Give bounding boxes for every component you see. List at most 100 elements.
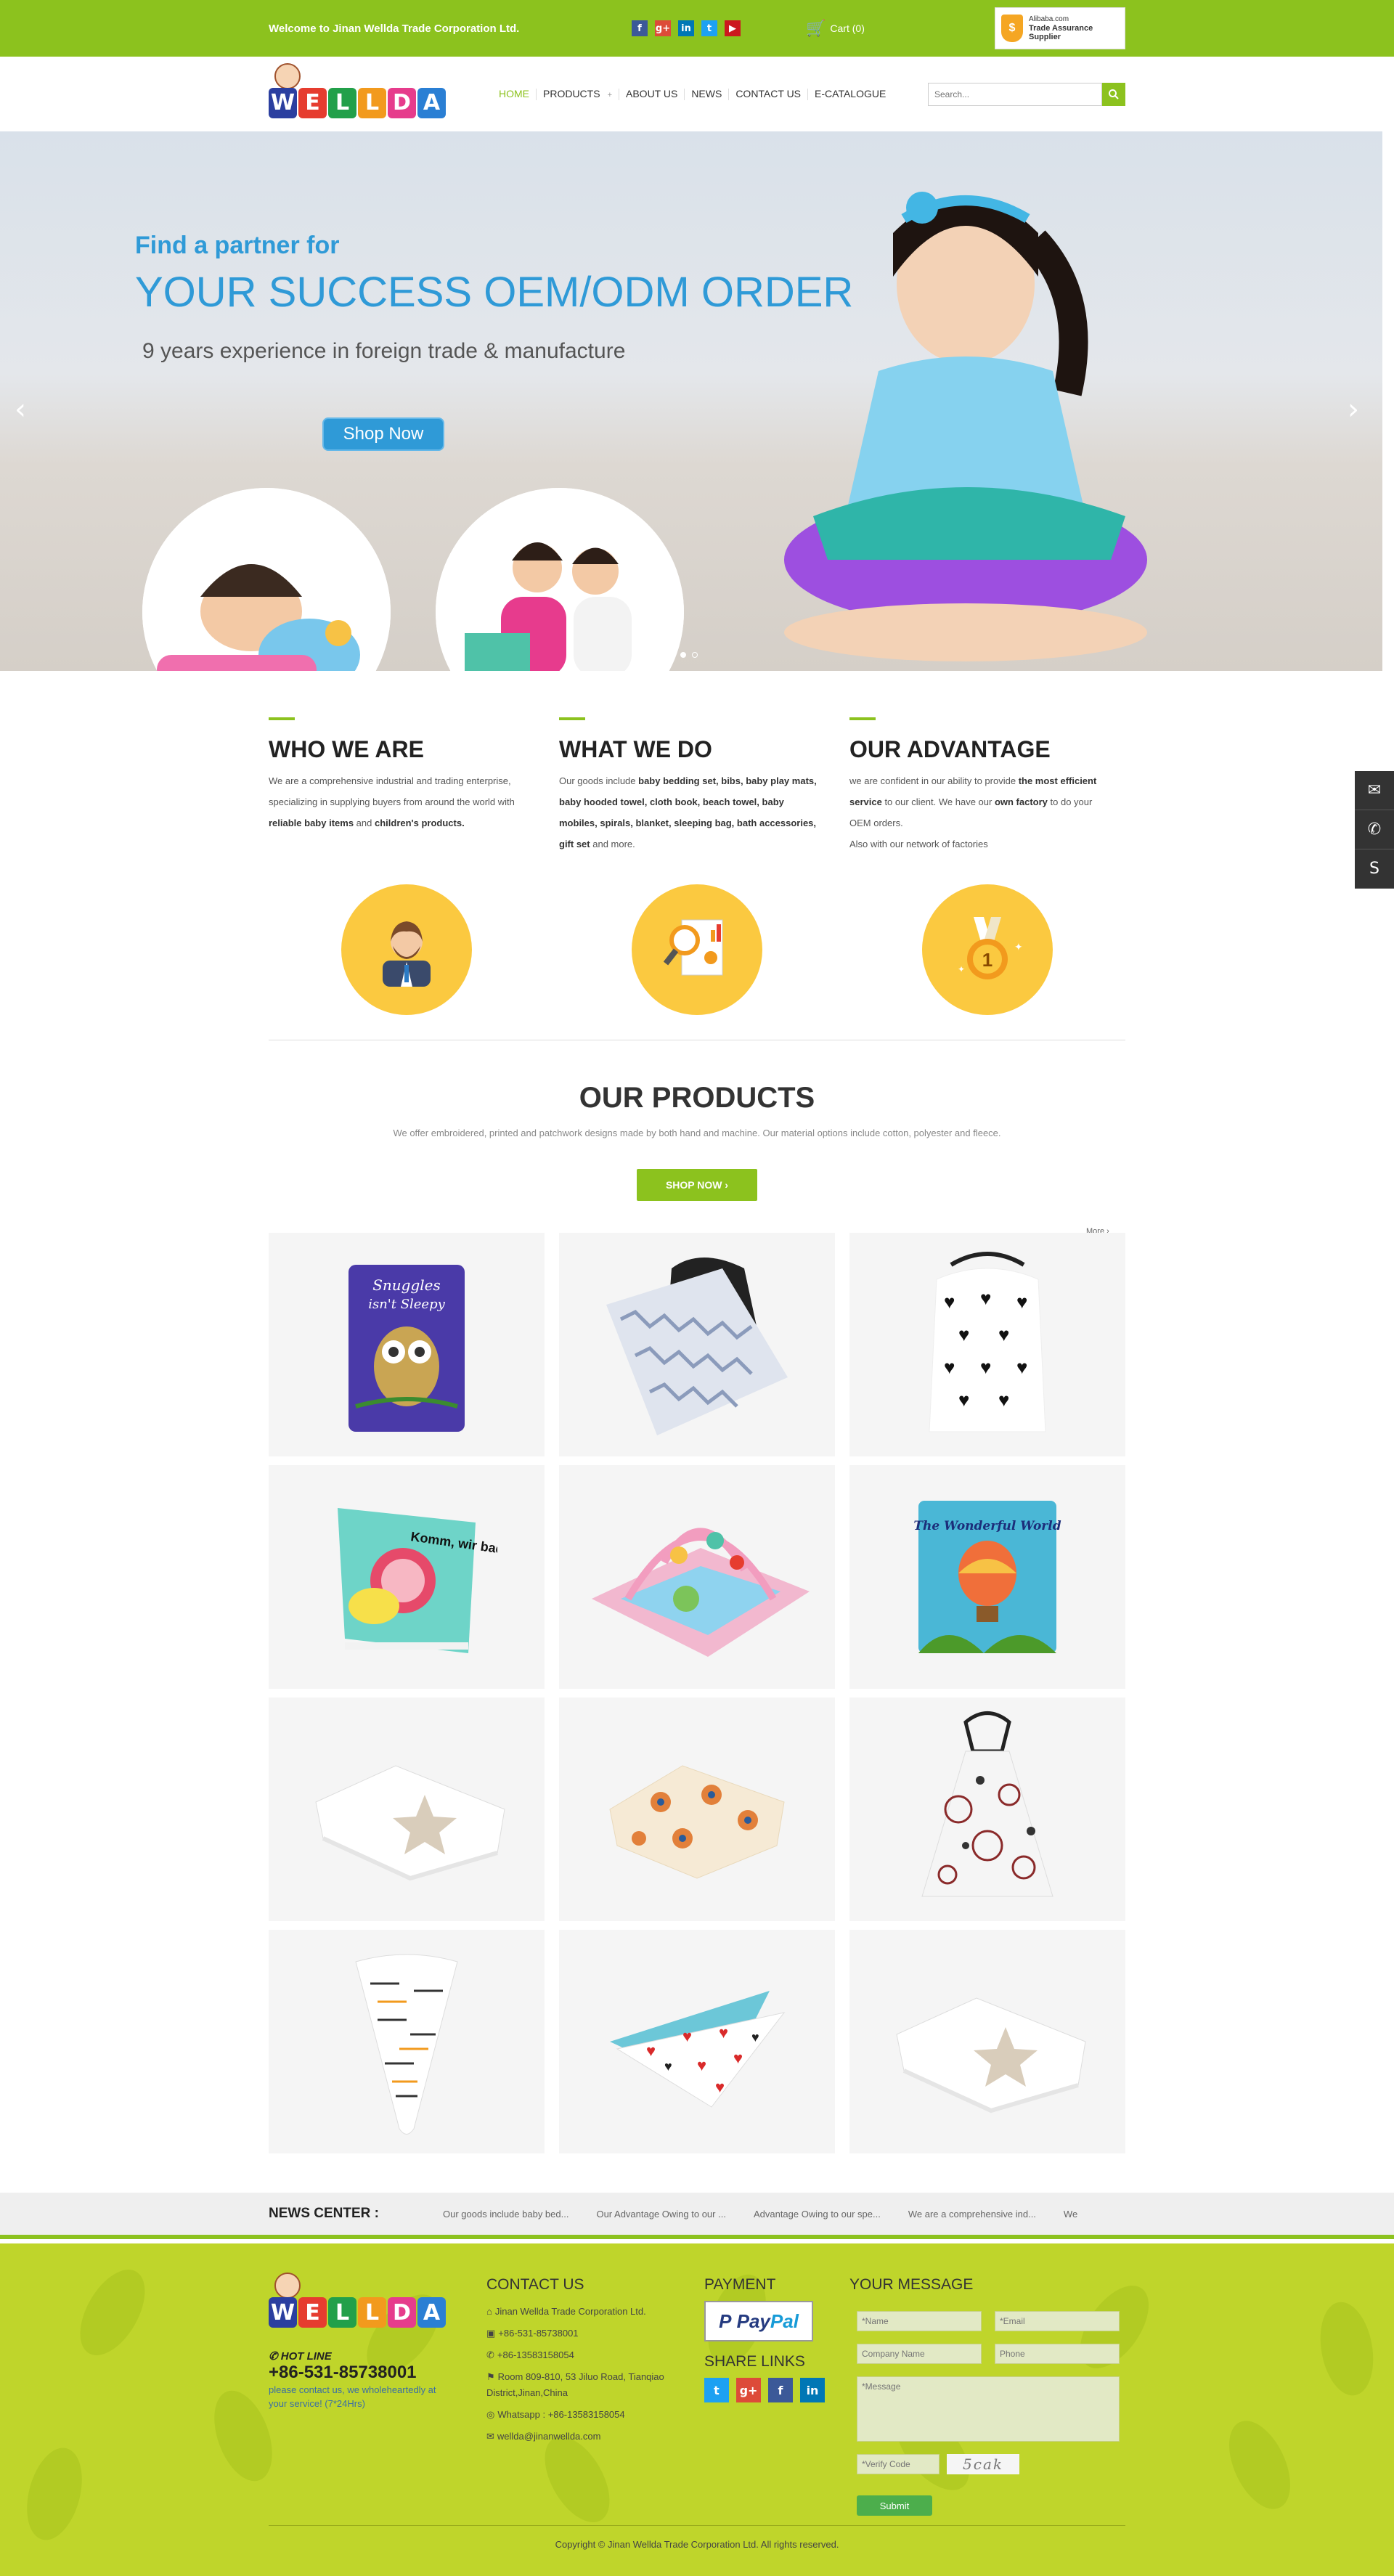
banner-dot-2[interactable] [692, 652, 698, 658]
facebook-icon[interactable]: f [632, 20, 648, 36]
email-field[interactable] [995, 2311, 1120, 2331]
assurance-line2: Trade Assurance [1029, 24, 1093, 33]
logo-letter: L [328, 2297, 356, 2328]
banner-subtitle: Find a partner for [135, 232, 340, 259]
footer-contact-column: CONTACT US ⌂ Jinan Wellda Trade Corporati… [486, 2276, 697, 2447]
nav-item-about-us[interactable]: ABOUT US [619, 88, 685, 100]
contact-item: ⚑ Room 809-810, 53 Jiluo Road, Tianqiao D… [486, 2366, 697, 2404]
banner-shop-now-button[interactable]: Shop Now [322, 417, 444, 451]
feature-title: WHO WE ARE [269, 736, 424, 762]
product-card[interactable]: The Wonderful World [849, 1465, 1125, 1689]
nav-item-home[interactable]: HOME [492, 87, 537, 100]
captcha-image[interactable]: 5cak [947, 2454, 1019, 2474]
linkedin-icon[interactable]: in [800, 2378, 825, 2402]
feature-title: OUR ADVANTAGE [849, 736, 1051, 762]
svg-text:♥: ♥ [998, 1324, 1009, 1345]
feature-title: WHAT WE DO [559, 736, 712, 762]
hero-banner: Find a partner for YOUR SUCCESS OEM/ODM … [0, 131, 1382, 671]
news-item[interactable]: Advantage Owing to our spe... [754, 2209, 881, 2220]
product-card[interactable]: Komm, wir baden! [269, 1465, 545, 1689]
businessman-icon [341, 884, 472, 1015]
payment-title: PAYMENT [704, 2276, 776, 2293]
message-field[interactable] [857, 2376, 1120, 2442]
contact-text: +86-13583158054 [497, 2349, 574, 2360]
google-plus-icon[interactable]: g+ [655, 20, 671, 36]
product-card[interactable] [849, 1930, 1125, 2153]
svg-text:♥: ♥ [664, 2059, 672, 2074]
contact-text: +86-531-85738001 [498, 2328, 579, 2339]
submit-button[interactable]: Submit [857, 2495, 932, 2516]
twitter-icon[interactable]: t [701, 20, 717, 36]
svg-text:isn't Sleepy: isn't Sleepy [368, 1297, 445, 1312]
svg-text:♥: ♥ [998, 1389, 1009, 1411]
name-field[interactable] [857, 2311, 982, 2331]
linkedin-icon[interactable]: in [678, 20, 694, 36]
contact-item: ✆ +86-13583158054 [486, 2344, 697, 2366]
product-card[interactable] [849, 1697, 1125, 1921]
news-item[interactable]: We [1064, 2209, 1077, 2220]
footer-message-column: YOUR MESSAGE [849, 2276, 1125, 2301]
muslin-blanket-sun-image [609, 1765, 785, 1879]
welcome-text: Welcome to Jinan Wellda Trade Corporatio… [269, 22, 520, 35]
product-card[interactable] [559, 1697, 835, 1921]
email-icon[interactable]: ✉ [1355, 771, 1394, 810]
twitter-icon[interactable]: t [704, 2378, 729, 2402]
cart-link[interactable]: 🛒 Cart (0) [806, 19, 865, 38]
logo[interactable]: WELLDA [269, 62, 446, 126]
banner-next-arrow[interactable]: › [1348, 393, 1359, 426]
search-icon [1109, 89, 1119, 99]
skype-icon[interactable]: S [1355, 849, 1394, 889]
top-social-links: f g+ in t ▶ [632, 20, 741, 36]
svg-text:1: 1 [982, 949, 992, 971]
google-plus-icon[interactable]: g+ [736, 2378, 761, 2402]
side-contact-buttons: ✉ ✆ S [1355, 771, 1394, 889]
nav-label: E-CATALOGUE [815, 87, 886, 99]
banner-prev-arrow[interactable]: ‹ [15, 393, 26, 426]
assurance-line1: Alibaba.com [1029, 15, 1069, 23]
nav-item-news[interactable]: NEWS [685, 88, 730, 100]
svg-text:♥: ♥ [715, 2078, 725, 2096]
owl-cloth-book-image: Snuggles isn't Sleepy [348, 1265, 465, 1432]
product-card[interactable]: ♥ ♥ ♥ ♥ ♥ ♥ ♥ ♥ [559, 1930, 835, 2153]
muslin-blanket-star-image [315, 1765, 505, 1881]
news-item[interactable]: We are a comprehensive ind... [908, 2209, 1036, 2220]
product-card[interactable]: Snuggles isn't Sleepy [269, 1233, 545, 1456]
contact-text: Whatsapp : +86-13583158054 [497, 2409, 625, 2420]
phone-field[interactable] [995, 2344, 1120, 2364]
product-card[interactable]: ♥ ♥ ♥ ♥ ♥ ♥ ♥ ♥ ♥ ♥ [849, 1233, 1125, 1456]
product-card[interactable] [269, 1930, 545, 2153]
hotline-number[interactable]: +86-531-85738001 [269, 2363, 457, 2383]
search-button[interactable] [1102, 82, 1125, 106]
phone-icon[interactable]: ✆ [1355, 810, 1394, 849]
company-field[interactable] [857, 2344, 982, 2364]
feature-accent-bar [849, 717, 876, 720]
products-shop-now-button[interactable]: SHOP NOW › [637, 1169, 757, 1201]
baby-play-mat-image [592, 1528, 810, 1657]
verify-code-field[interactable] [857, 2454, 939, 2474]
banner-dot-1[interactable] [680, 652, 686, 658]
search-input[interactable] [928, 82, 1102, 106]
contact-title: CONTACT US [486, 2276, 584, 2293]
logo-letters: WELLDA [269, 87, 446, 118]
bath-cloth-book-image: Komm, wir baden! [338, 1508, 497, 1653]
banner-girl-with-book-image [748, 153, 1183, 671]
product-card[interactable] [269, 1697, 545, 1921]
phone-icon: ✆ [486, 2349, 494, 2360]
nav-item-products[interactable]: PRODUCTS + [537, 88, 619, 100]
gold-medal-icon: 1 ✦ ✦ [922, 884, 1053, 1015]
news-item[interactable]: Our Advantage Owing to our ... [596, 2209, 726, 2220]
youtube-icon[interactable]: ▶ [725, 20, 741, 36]
footer-logo[interactable]: WELLDA [269, 2273, 446, 2335]
nav-item-e-catalogue[interactable]: E-CATALOGUE [808, 89, 892, 100]
trade-assurance-badge[interactable]: $ Alibaba.com Trade Assurance Supplier [995, 7, 1125, 49]
feature-what-we-do: WHAT WE DO Our goods include baby beddin… [559, 717, 820, 1015]
facebook-icon[interactable]: f [768, 2378, 793, 2402]
nav-label: CONTACT US [735, 87, 802, 99]
nav-item-contact-us[interactable]: CONTACT US [729, 87, 809, 100]
news-item[interactable]: Our goods include baby bed... [443, 2209, 568, 2220]
nav-label: HOME [499, 87, 529, 99]
product-card[interactable] [559, 1465, 835, 1689]
home-icon: ⌂ [486, 2306, 492, 2317]
product-card[interactable] [559, 1233, 835, 1456]
products-title: OUR PRODUCTS [579, 1082, 815, 1114]
